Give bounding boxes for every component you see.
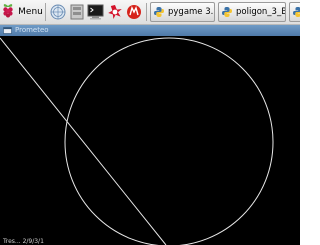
web-browser-icon[interactable] — [49, 2, 66, 22]
task-label: poligon_3_Bo... — [236, 7, 286, 17]
python-icon — [153, 3, 165, 21]
menu-label: Menu — [18, 7, 43, 17]
menu-button[interactable]: Menu — [1, 2, 43, 22]
file-manager-icon[interactable] — [68, 2, 85, 22]
drawing-canvas[interactable]: Tres... 2/9/3/1 — [0, 36, 300, 245]
pygame-window[interactable]: Prometeo Tres... 2/9/3/1 — [0, 25, 300, 245]
task-label: pygame 3.py ... — [168, 7, 214, 17]
circle-shape — [64, 37, 274, 245]
raspberry-icon — [1, 2, 15, 22]
python-icon — [221, 3, 233, 21]
task-button-poligon[interactable]: poligon_3_Bo... — [218, 2, 286, 22]
wolfram-icon[interactable] — [125, 2, 142, 22]
desktop: Menu pygame 3. poligon_3_B Prometeo Tres… — [0, 0, 300, 245]
task-button-overflow[interactable] — [289, 2, 300, 22]
debian-icon[interactable] — [106, 2, 123, 22]
taskbar: Menu pygame 3. poligon_3_B — [0, 0, 300, 25]
diagonal-line — [0, 37, 167, 245]
window-titlebar[interactable]: Prometeo — [0, 25, 300, 36]
task-button-pygame[interactable]: pygame 3.py ... — [150, 2, 215, 22]
window-title: Prometeo — [15, 26, 49, 34]
python-icon — [292, 3, 300, 21]
taskbar-separator — [146, 3, 147, 21]
status-text: Tres... 2/9/3/1 — [3, 238, 44, 245]
window-icon — [3, 27, 12, 34]
taskbar-separator — [45, 3, 46, 21]
terminal-icon[interactable] — [87, 2, 104, 22]
